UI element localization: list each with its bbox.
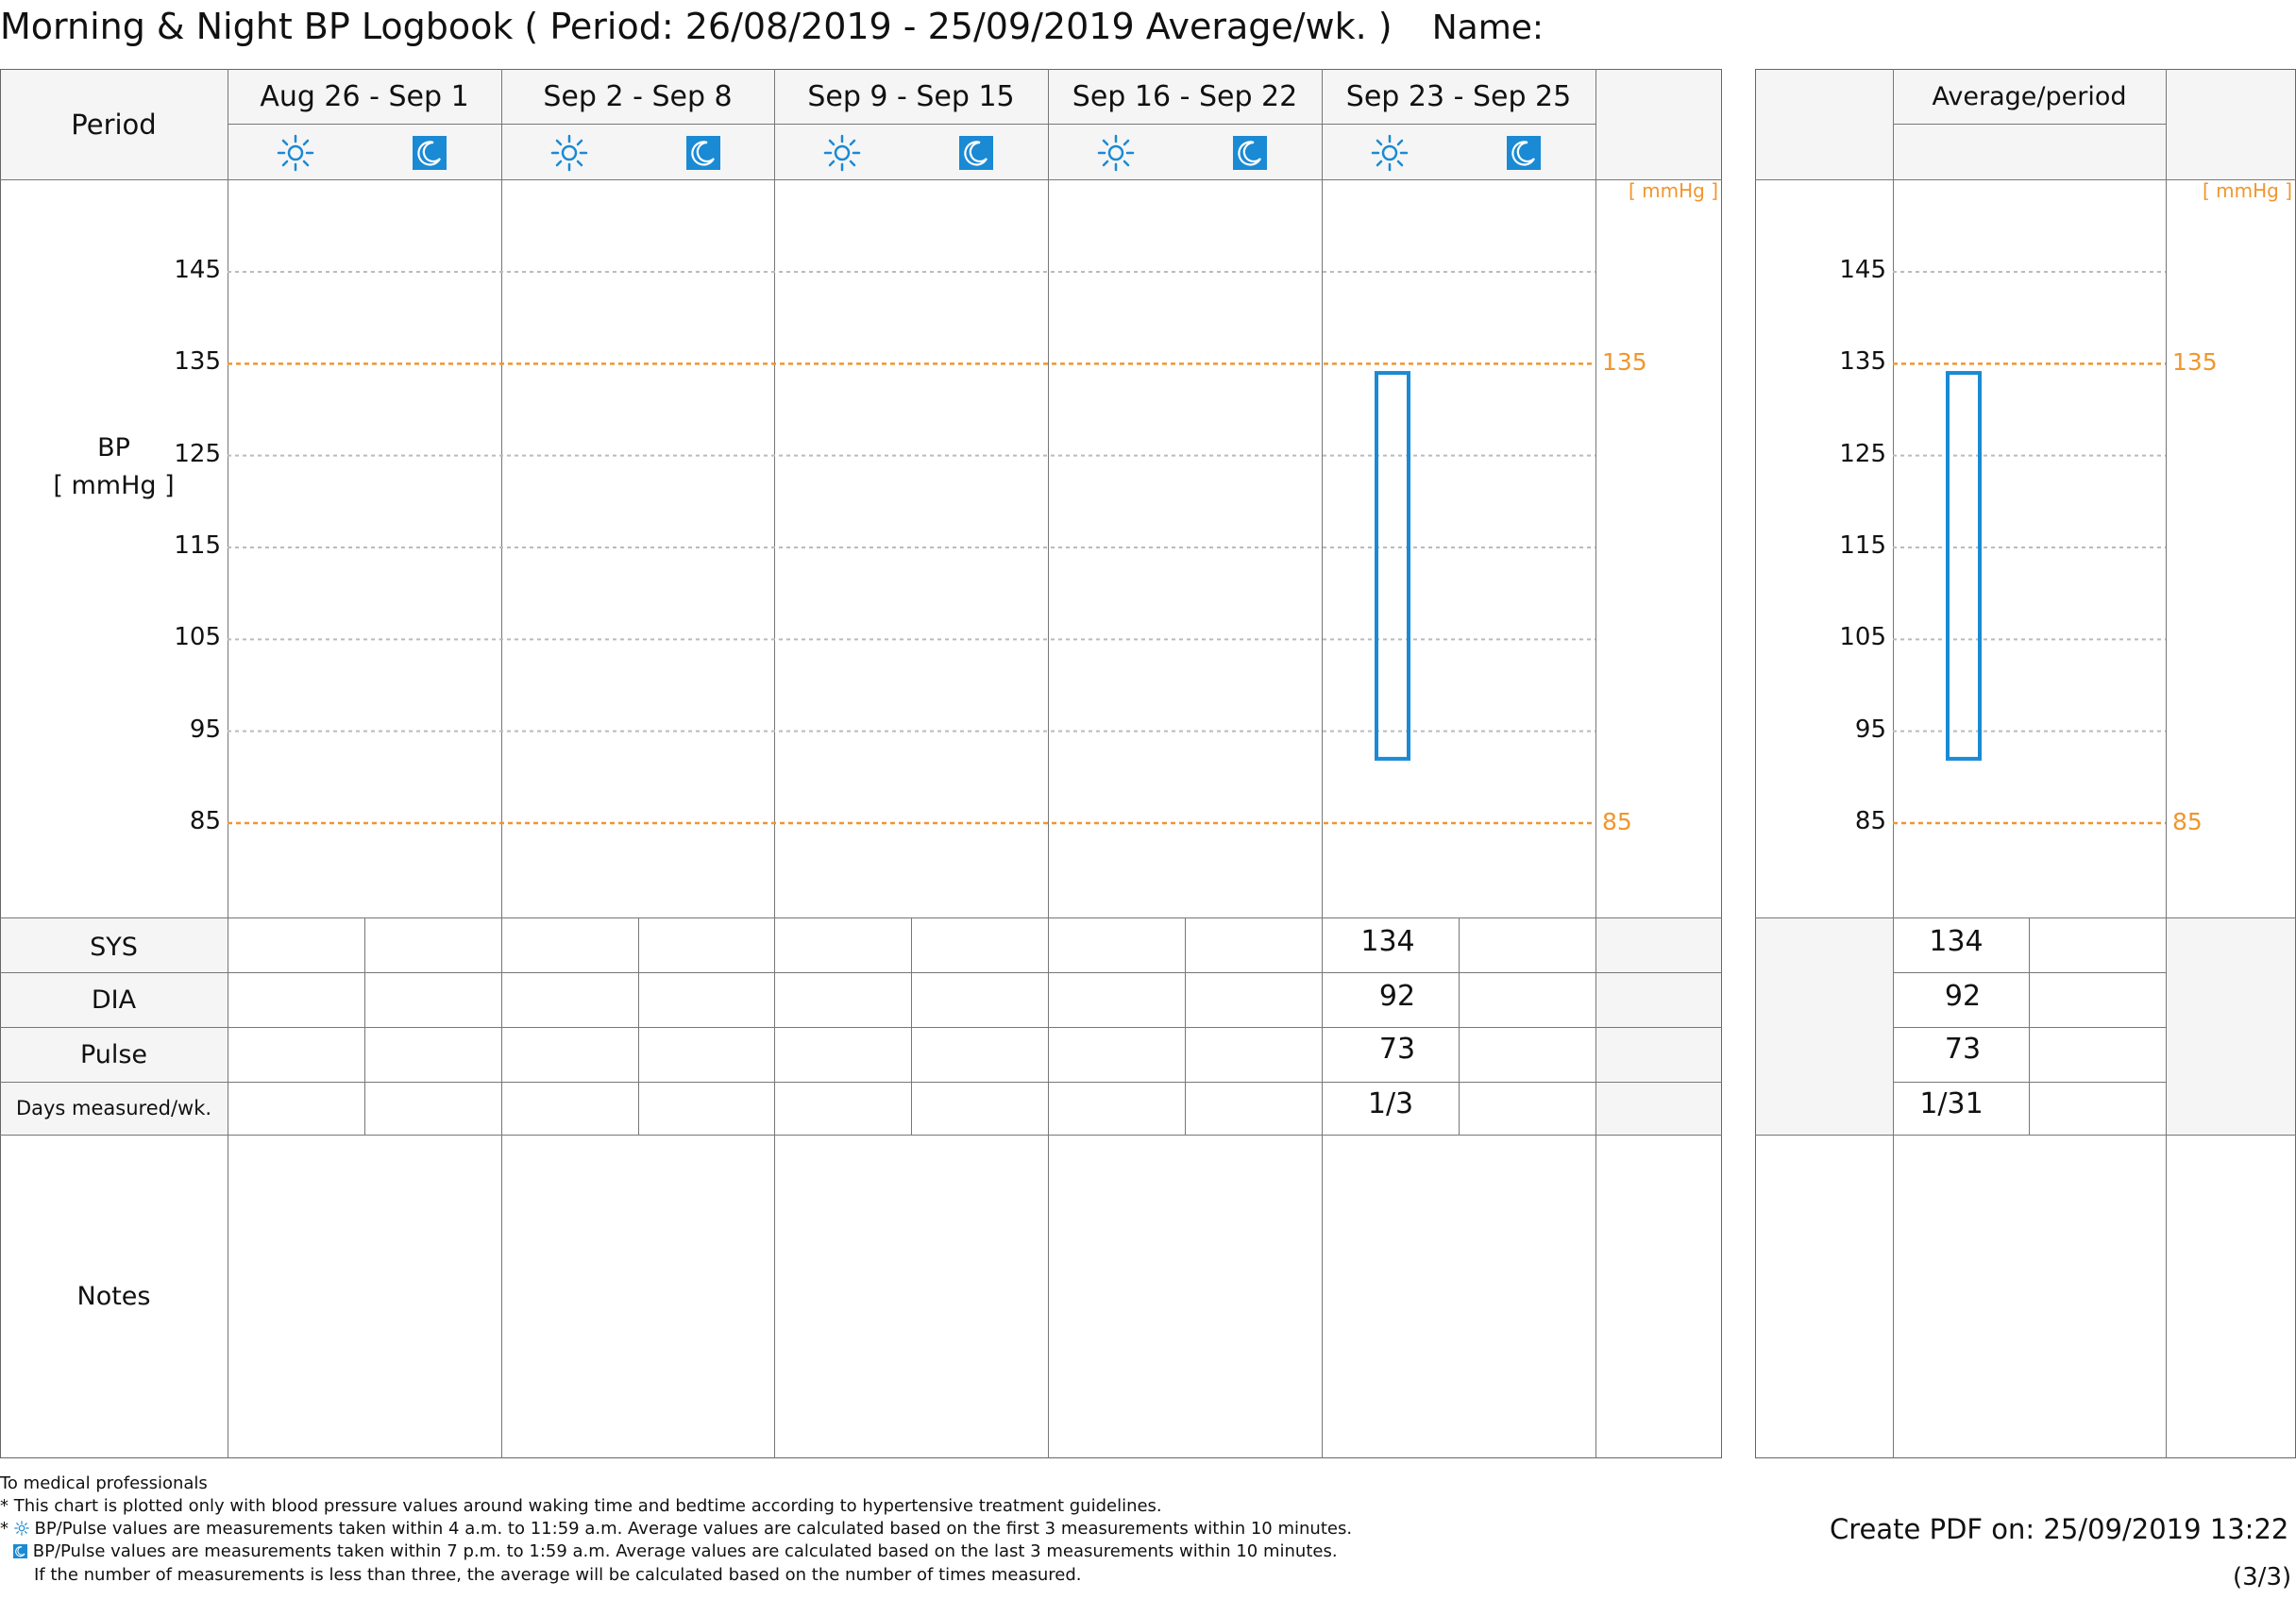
page-number: (3/3) [2233,1563,2292,1591]
period-header-2: Sep 2 - Sep 8 [543,80,733,113]
avg-half-col-line [2029,917,2030,1135]
y-tick-label: 105 [1839,623,1886,652]
y-tick-label: 135 [1839,347,1886,377]
half-col-line [1185,917,1186,1135]
sys-value: 134 [1360,925,1415,958]
footer-line4-text: BP/Pulse values are measurements taken w… [32,1541,1338,1561]
period-label: Period [71,109,157,141]
weekly-panel [0,69,1722,1458]
avg-unit-label: [ mmHg ] [2203,179,2293,202]
reference-line-label: 135 [1602,348,1647,377]
half-col-line [1459,917,1460,1135]
y-tick-label: 125 [1839,439,1886,468]
avg-row-line [1755,1135,2296,1136]
moon-icon [959,136,993,170]
y-tick-label: 85 [1854,807,1886,835]
avg-col-line [2166,69,2167,1458]
avg-dia-value: 92 [1944,980,1982,1013]
y-tick-label: 125 [174,439,221,468]
avg-pulse-value: 73 [1944,1033,1982,1066]
days-value: 1/3 [1367,1087,1414,1120]
y-tick-label: 115 [1839,531,1886,560]
moon-icon [13,1544,27,1558]
reference-line-label: 135 [2172,348,2218,377]
footer-line4: BP/Pulse values are measurements taken w… [13,1541,1338,1561]
bp-label-line2: [ mmHg ] [53,471,175,500]
sys-label: SYS [90,933,138,962]
avg-row-line [1893,972,2166,973]
avg-col-line [1893,69,1894,1458]
y-tick-label: 105 [174,623,221,652]
unit-label: [ mmHg ] [1629,179,1719,202]
pulse-value: 73 [1378,1033,1416,1066]
moon-icon [413,136,447,170]
footer-line1: To medical professionals [0,1473,208,1493]
moon-icon [686,136,720,170]
created-timestamp: Create PDF on: 25/09/2019 13:22 [1830,1513,2289,1545]
sun-icon [823,134,861,172]
row-line [0,972,1722,973]
row-line [228,124,1595,125]
y-tick-label: 85 [189,807,221,835]
col-line [1322,69,1323,1458]
page-title: Morning & Night BP Logbook ( Period: 26/… [0,6,1544,47]
period-header-3: Sep 9 - Sep 15 [807,80,1015,113]
col-line [1048,69,1049,1458]
footer-line2: * This chart is plotted only with blood … [0,1496,1162,1516]
y-tick-label: 95 [189,715,221,744]
avg-period-header: Average/period [1932,82,2127,111]
avg-row-line [1893,124,2166,125]
dia-value: 92 [1378,980,1416,1013]
avg-sys-value: 134 [1929,925,1984,958]
row-line [0,917,1722,918]
half-col-line [911,917,912,1135]
period-header-1: Aug 26 - Sep 1 [260,80,469,113]
sun-icon [13,1521,29,1536]
moon-icon [1507,136,1541,170]
row-line [0,1082,1722,1083]
period-header-4: Sep 16 - Sep 22 [1072,80,1298,113]
footer-line3: * BP/Pulse values are measurements taken… [0,1519,1352,1539]
avg-rows-left-bg [1756,917,1893,1135]
avg-row-line [1893,1027,2166,1028]
title-text: Morning & Night BP Logbook ( Period: 26/… [0,6,1393,47]
avg-rows-right-bg [2166,917,2295,1135]
moon-icon [1233,136,1267,170]
y-tick-label: 115 [174,531,221,560]
days-label: Days measured/wk. [15,1097,212,1119]
avg-row-line [1755,917,2296,918]
sun-icon [277,134,314,172]
avg-row-line [1893,1082,2166,1083]
half-col-line [638,917,639,1135]
row-line [0,179,1722,180]
col-line [501,69,502,1458]
y-tick-label: 145 [1839,256,1886,284]
footer-line3-text: BP/Pulse values are measurements taken w… [34,1519,1353,1539]
avg-days-value: 1/31 [1919,1087,1984,1120]
sun-icon [1371,134,1409,172]
col-line [774,69,775,1458]
sun-icon [1097,134,1135,172]
dia-label: DIA [91,985,137,1015]
footer-bullet: * [0,1519,14,1539]
reference-line-label: 85 [2172,808,2203,835]
col-line [1595,69,1596,1458]
y-tick-label: 145 [174,256,221,284]
row-line [0,1135,1722,1136]
name-label: Name: [1431,8,1545,47]
y-tick-label: 95 [1854,715,1886,744]
pulse-label: Pulse [79,1039,148,1069]
sun-icon [550,134,588,172]
reference-line-label: 85 [1602,808,1632,835]
y-tick-label: 135 [174,347,221,377]
footer-line5: If the number of measurements is less th… [34,1565,1082,1585]
period-header-5: Sep 23 - Sep 25 [1345,80,1572,113]
notes-label: Notes [76,1282,151,1311]
row-line [0,1027,1722,1028]
half-col-line [364,917,365,1135]
rows-tail-bg [1595,917,1721,1135]
